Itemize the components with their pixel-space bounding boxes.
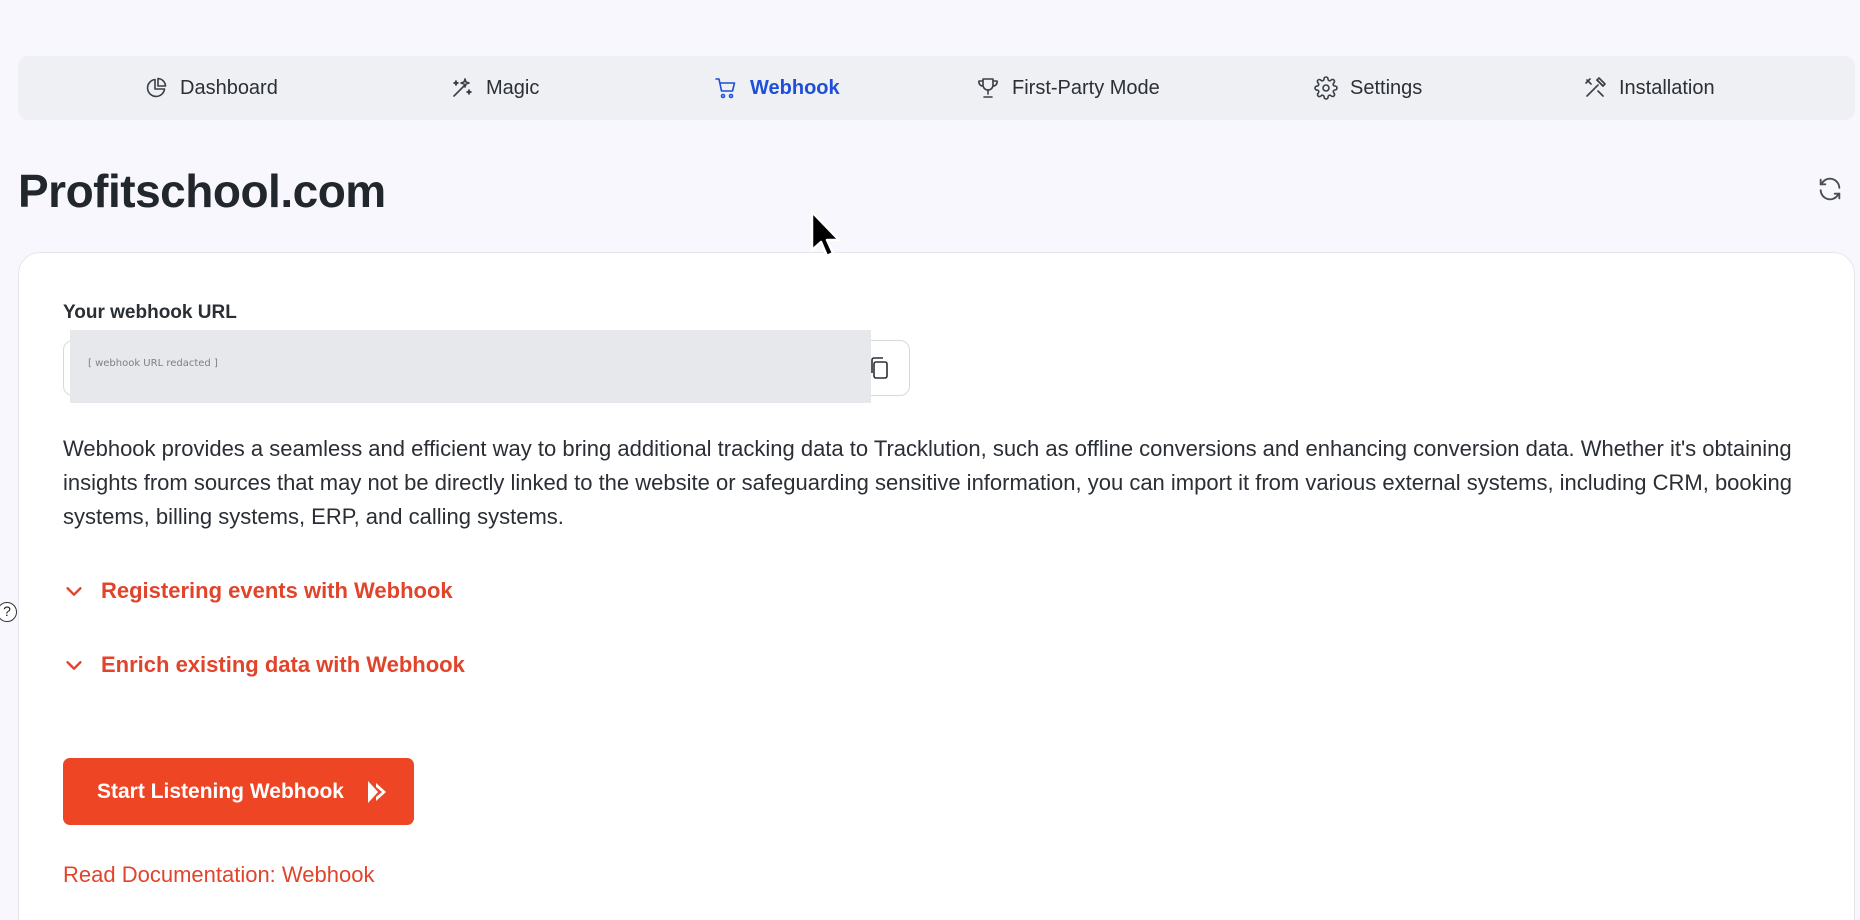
accordion-enrich-data[interactable]: Enrich existing data with Webhook — [63, 650, 465, 680]
tools-icon — [1585, 77, 1606, 97]
accordion-registering-events[interactable]: Registering events with Webhook — [63, 576, 453, 606]
copy-icon — [871, 357, 888, 379]
trophy-icon — [978, 78, 998, 98]
nav-item-label: Webhook — [750, 76, 840, 99]
magic-wand-icon — [453, 78, 472, 97]
page-title: Profitschool.com — [18, 165, 386, 217]
nav-item-webhook[interactable]: Webhook — [714, 56, 840, 120]
nav-item-settings[interactable]: Settings — [1314, 56, 1422, 120]
chevron-down-icon — [66, 661, 82, 670]
nav-item-label: Installation — [1619, 76, 1715, 99]
webhook-description: Webhook provides a seamless and efficien… — [63, 436, 1793, 529]
help-icon[interactable]: ? — [0, 602, 17, 622]
refresh-button[interactable] — [1815, 174, 1845, 204]
read-documentation-link[interactable]: Read Documentation: Webhook — [63, 862, 374, 888]
webhook-url-value[interactable]: [ webhook URL redacted ] — [70, 330, 871, 403]
forward-arrow-icon — [367, 780, 386, 803]
copy-button[interactable] — [868, 356, 890, 380]
accordion-label: Registering events with Webhook — [101, 578, 453, 603]
nav-item-label: Dashboard — [180, 76, 278, 99]
top-navigation: Dashboard Magic Webhook First-Party Mode… — [18, 56, 1855, 120]
nav-item-label: First-Party Mode — [1012, 76, 1160, 99]
nav-item-label: Settings — [1350, 76, 1423, 99]
mouse-cursor-icon — [810, 210, 841, 258]
nav-item-installation[interactable]: Installation — [1583, 56, 1715, 120]
nav-item-magic[interactable]: Magic — [450, 56, 539, 120]
nav-item-label: Magic — [486, 76, 540, 99]
nav-item-dashboard[interactable]: Dashboard — [144, 56, 278, 120]
nav-item-first-party-mode[interactable]: First-Party Mode — [976, 56, 1160, 120]
gear-icon — [1314, 76, 1338, 100]
refresh-icon — [1819, 177, 1841, 201]
webhook-url-label: Your webhook URL — [63, 302, 237, 323]
shopping-cart-icon — [715, 78, 736, 99]
start-button-label: Start Listening Webhook — [97, 779, 344, 803]
pie-chart-icon — [146, 77, 167, 98]
start-listening-webhook-button[interactable]: Start Listening Webhook — [63, 758, 414, 825]
chevron-down-icon — [66, 587, 82, 596]
accordion-label: Enrich existing data with Webhook — [101, 652, 465, 677]
